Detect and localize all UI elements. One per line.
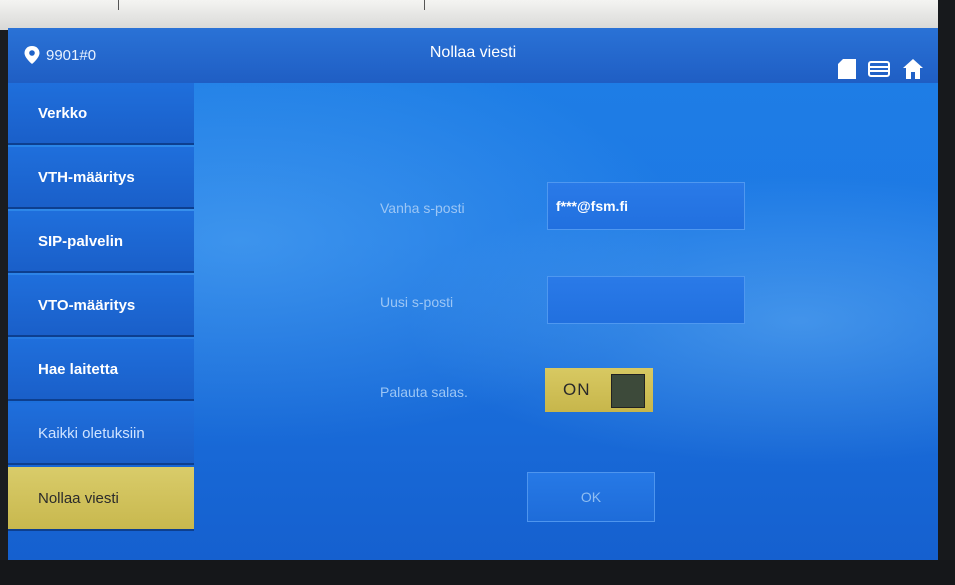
page-title: Nollaa viesti <box>429 44 517 61</box>
sidebar-item-verkko[interactable]: Verkko <box>8 83 194 145</box>
bezel-line <box>424 0 425 10</box>
toggle-state-label: ON <box>563 380 591 399</box>
restore-password-toggle[interactable]: ON <box>545 368 653 412</box>
top-bar: 9901#0 Nollaa viesti <box>8 28 938 83</box>
restore-password-label: Palauta salas. <box>380 384 468 400</box>
sidebar-item-sip[interactable]: SIP-palvelin <box>8 211 194 273</box>
toggle-knob <box>611 374 645 408</box>
status-icons <box>838 58 924 80</box>
old-email-field[interactable]: f***@fsm.fi <box>547 182 745 230</box>
old-email-label: Vanha s-posti <box>380 200 465 216</box>
storage-icon[interactable] <box>868 60 890 78</box>
device-screen: 9901#0 Nollaa viesti Verkko VTH-määritys… <box>8 28 938 560</box>
device-bezel-right <box>938 0 955 585</box>
sidebar-item-label: Hae laitetta <box>38 360 119 378</box>
sidebar-item-label: Verkko <box>38 104 88 122</box>
sidebar-item-label: VTO-määritys <box>38 296 136 314</box>
device-bezel-bottom <box>0 560 955 585</box>
sidebar-item-label: VTH-määritys <box>38 168 135 186</box>
home-icon[interactable] <box>902 58 924 80</box>
new-email-label: Uusi s-posti <box>380 294 454 310</box>
sidebar-item-vto[interactable]: VTO-määritys <box>8 275 194 337</box>
ok-button[interactable]: OK <box>527 472 655 522</box>
sidebar-item-search-device[interactable]: Hae laitetta <box>8 339 194 401</box>
sidebar-item-defaults[interactable]: Kaikki oletuksiin <box>8 403 194 465</box>
sidebar-item-label: Kaikki oletuksiin <box>38 424 145 442</box>
sidebar-item-reset-message[interactable]: Nollaa viesti <box>8 467 194 531</box>
device-bezel-top <box>0 0 955 30</box>
new-email-field[interactable] <box>547 276 745 324</box>
sidebar-item-vth[interactable]: VTH-määritys <box>8 147 194 209</box>
sd-card-icon[interactable] <box>838 59 856 79</box>
sidebar-item-label: SIP-palvelin <box>38 232 124 250</box>
sidebar-item-label: Nollaa viesti <box>38 489 119 507</box>
settings-sidebar: Verkko VTH-määritys SIP-palvelin VTO-mää… <box>8 83 194 560</box>
bezel-line <box>118 0 119 10</box>
